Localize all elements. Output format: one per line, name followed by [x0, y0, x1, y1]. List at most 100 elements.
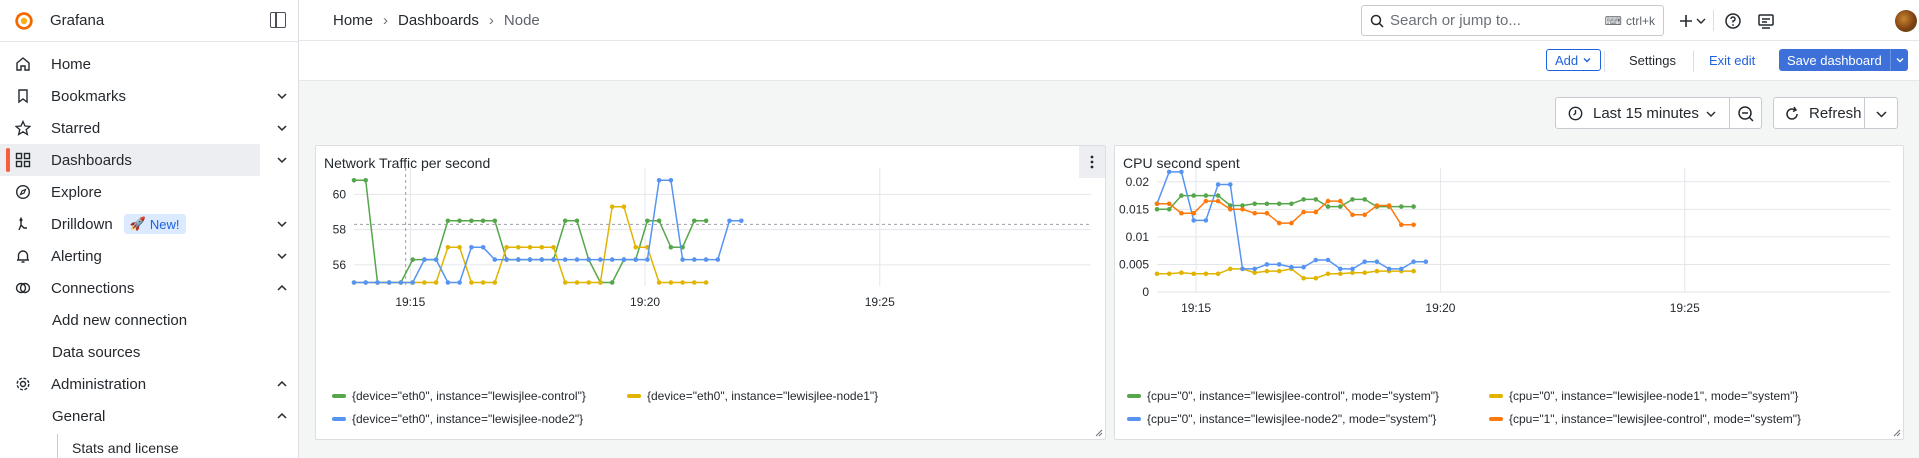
chevron-up-icon[interactable]	[275, 409, 289, 423]
settings-button[interactable]: Settings	[1629, 53, 1676, 68]
plus-icon[interactable]	[1677, 12, 1695, 30]
panel-cpu-second-spent[interactable]: CPU second spent 0 0.005 0.01 0.015 0.02 19:1…	[1114, 145, 1904, 440]
legend-item[interactable]: {cpu="0", instance="lewisjlee-node2", mo…	[1127, 412, 1436, 426]
drilldown-icon	[18, 217, 27, 231]
search-input[interactable]: Search or jump to... ⌨ ctrl+k	[1361, 5, 1664, 36]
chevron-down-icon[interactable]	[275, 89, 289, 103]
panel-network-traffic[interactable]: Network Traffic per second 56 58 60 19:15 19…	[315, 145, 1106, 440]
time-range-label: Last 15 minutes	[1593, 104, 1699, 122]
x-tick-label: 19:15	[395, 295, 425, 309]
sidebar-item-starred[interactable]: Starred	[0, 112, 299, 144]
data-point	[1411, 204, 1416, 209]
data-point	[1362, 259, 1367, 264]
data-point	[445, 218, 451, 224]
sidebar-item-label: Add new connection	[52, 311, 188, 329]
dashboard-toolbar: Add Settings Exit edit Save dashboard	[299, 41, 1919, 81]
breadcrumb-home[interactable]: Home	[333, 12, 373, 29]
data-point	[1252, 201, 1257, 207]
data-point	[1154, 201, 1160, 207]
x-tick-label: 19:20	[630, 295, 660, 309]
legend-item[interactable]: {cpu="0", instance="lewisjlee-node1", mo…	[1489, 389, 1798, 403]
avatar[interactable]	[1895, 10, 1917, 32]
data-point	[703, 218, 709, 224]
legend-item[interactable]: {device="eth0", instance="lewisjlee-node…	[627, 389, 878, 403]
data-point	[516, 257, 521, 262]
chevron-up-icon[interactable]	[275, 281, 289, 295]
sidebar-item-stats-and-license[interactable]: Stats and license	[0, 432, 299, 458]
grafana-logo-icon[interactable]	[13, 10, 35, 32]
sidebar-item-home[interactable]: Home	[0, 48, 299, 80]
data-point	[1289, 220, 1294, 226]
legend-item[interactable]: {cpu="1", instance="lewisjlee-control", …	[1489, 412, 1801, 426]
data-point	[492, 257, 498, 262]
data-point	[1166, 271, 1172, 277]
sidebar-item-add-new-connection[interactable]: Add new connection	[0, 304, 299, 336]
save-dropdown-button[interactable]	[1890, 49, 1908, 71]
add-button[interactable]: Add	[1546, 49, 1602, 71]
sidebar-item-connections[interactable]: Connections	[0, 272, 299, 304]
data-point	[551, 245, 556, 250]
sidebar-item-data-sources[interactable]: Data sources	[0, 336, 299, 368]
sidebar-item-dashboards[interactable]: Dashboards	[0, 144, 287, 176]
legend-swatch	[332, 394, 346, 398]
y-tick-label: 58	[333, 223, 347, 237]
app-name: Grafana	[50, 12, 105, 29]
legend-item[interactable]: {device="eth0", instance="lewisjlee-cont…	[332, 389, 586, 403]
sidebar-item-general[interactable]: General	[0, 400, 299, 432]
chevron-down-icon[interactable]	[275, 153, 289, 167]
chevron-down-icon[interactable]	[275, 121, 289, 135]
refresh-interval-dropdown[interactable]	[1865, 97, 1898, 129]
zoom-out-button[interactable]	[1730, 97, 1762, 129]
chevron-down-icon[interactable]	[275, 217, 289, 231]
data-point	[1301, 209, 1306, 215]
series-line	[354, 179, 742, 284]
chevron-down-icon[interactable]	[1696, 12, 1706, 30]
data-point	[469, 280, 474, 285]
data-point	[1386, 266, 1392, 272]
data-point	[1423, 259, 1429, 264]
data-point	[1203, 218, 1209, 223]
sidebar-item-administration[interactable]: Administration	[0, 368, 299, 400]
dock-menu-icon[interactable]	[270, 12, 286, 28]
data-point	[1240, 266, 1245, 272]
data-point	[1252, 266, 1257, 272]
y-tick-label: 0.01	[1126, 230, 1150, 244]
help-icon[interactable]	[1724, 12, 1742, 30]
sidebar-item-explore[interactable]: Explore	[0, 176, 299, 208]
refresh-button[interactable]: Refresh	[1773, 97, 1865, 129]
data-point	[1313, 209, 1319, 215]
data-point	[715, 257, 721, 262]
sidebar-item-label: Home	[51, 55, 92, 73]
legend-item[interactable]: {device="eth0", instance="lewisjlee-node…	[332, 412, 583, 426]
sidebar-item-bookmarks[interactable]: Bookmarks	[0, 80, 299, 112]
chevron-down-icon[interactable]	[275, 249, 289, 263]
tree-line	[57, 434, 58, 458]
sidebar-item-drilldown[interactable]: Drilldown 🚀 New!	[0, 208, 299, 240]
legend-item[interactable]: {cpu="0", instance="lewisjlee-control", …	[1127, 389, 1439, 403]
resize-handle-icon[interactable]	[1095, 429, 1103, 437]
chevron-down-icon	[1876, 111, 1887, 118]
data-point	[656, 178, 662, 183]
data-point	[609, 280, 615, 285]
resize-handle-icon[interactable]	[1893, 429, 1901, 437]
chevron-down-icon	[1706, 111, 1716, 117]
save-dashboard-button[interactable]: Save dashboard	[1779, 49, 1908, 71]
chevron-down-icon	[1896, 58, 1903, 63]
exit-edit-button[interactable]: Exit edit	[1709, 53, 1755, 68]
sidebar-item-alerting[interactable]: Alerting	[0, 240, 299, 272]
data-point	[633, 245, 638, 250]
y-tick-label: 60	[333, 187, 347, 201]
search-placeholder: Search or jump to...	[1390, 12, 1521, 29]
data-point	[586, 280, 591, 285]
chevron-up-icon[interactable]	[275, 377, 289, 391]
legend-label: {cpu="1", instance="lewisjlee-control", …	[1509, 412, 1802, 426]
news-icon[interactable]	[1757, 12, 1775, 30]
data-point	[598, 257, 603, 262]
breadcrumb-dashboards[interactable]: Dashboards	[398, 12, 479, 29]
data-point	[1228, 266, 1233, 272]
data-point	[1191, 218, 1196, 223]
data-point	[574, 280, 580, 285]
time-range-picker[interactable]: Last 15 minutes	[1555, 97, 1730, 129]
data-point	[1362, 212, 1367, 218]
save-dashboard-label: Save dashboard	[1787, 52, 1882, 68]
